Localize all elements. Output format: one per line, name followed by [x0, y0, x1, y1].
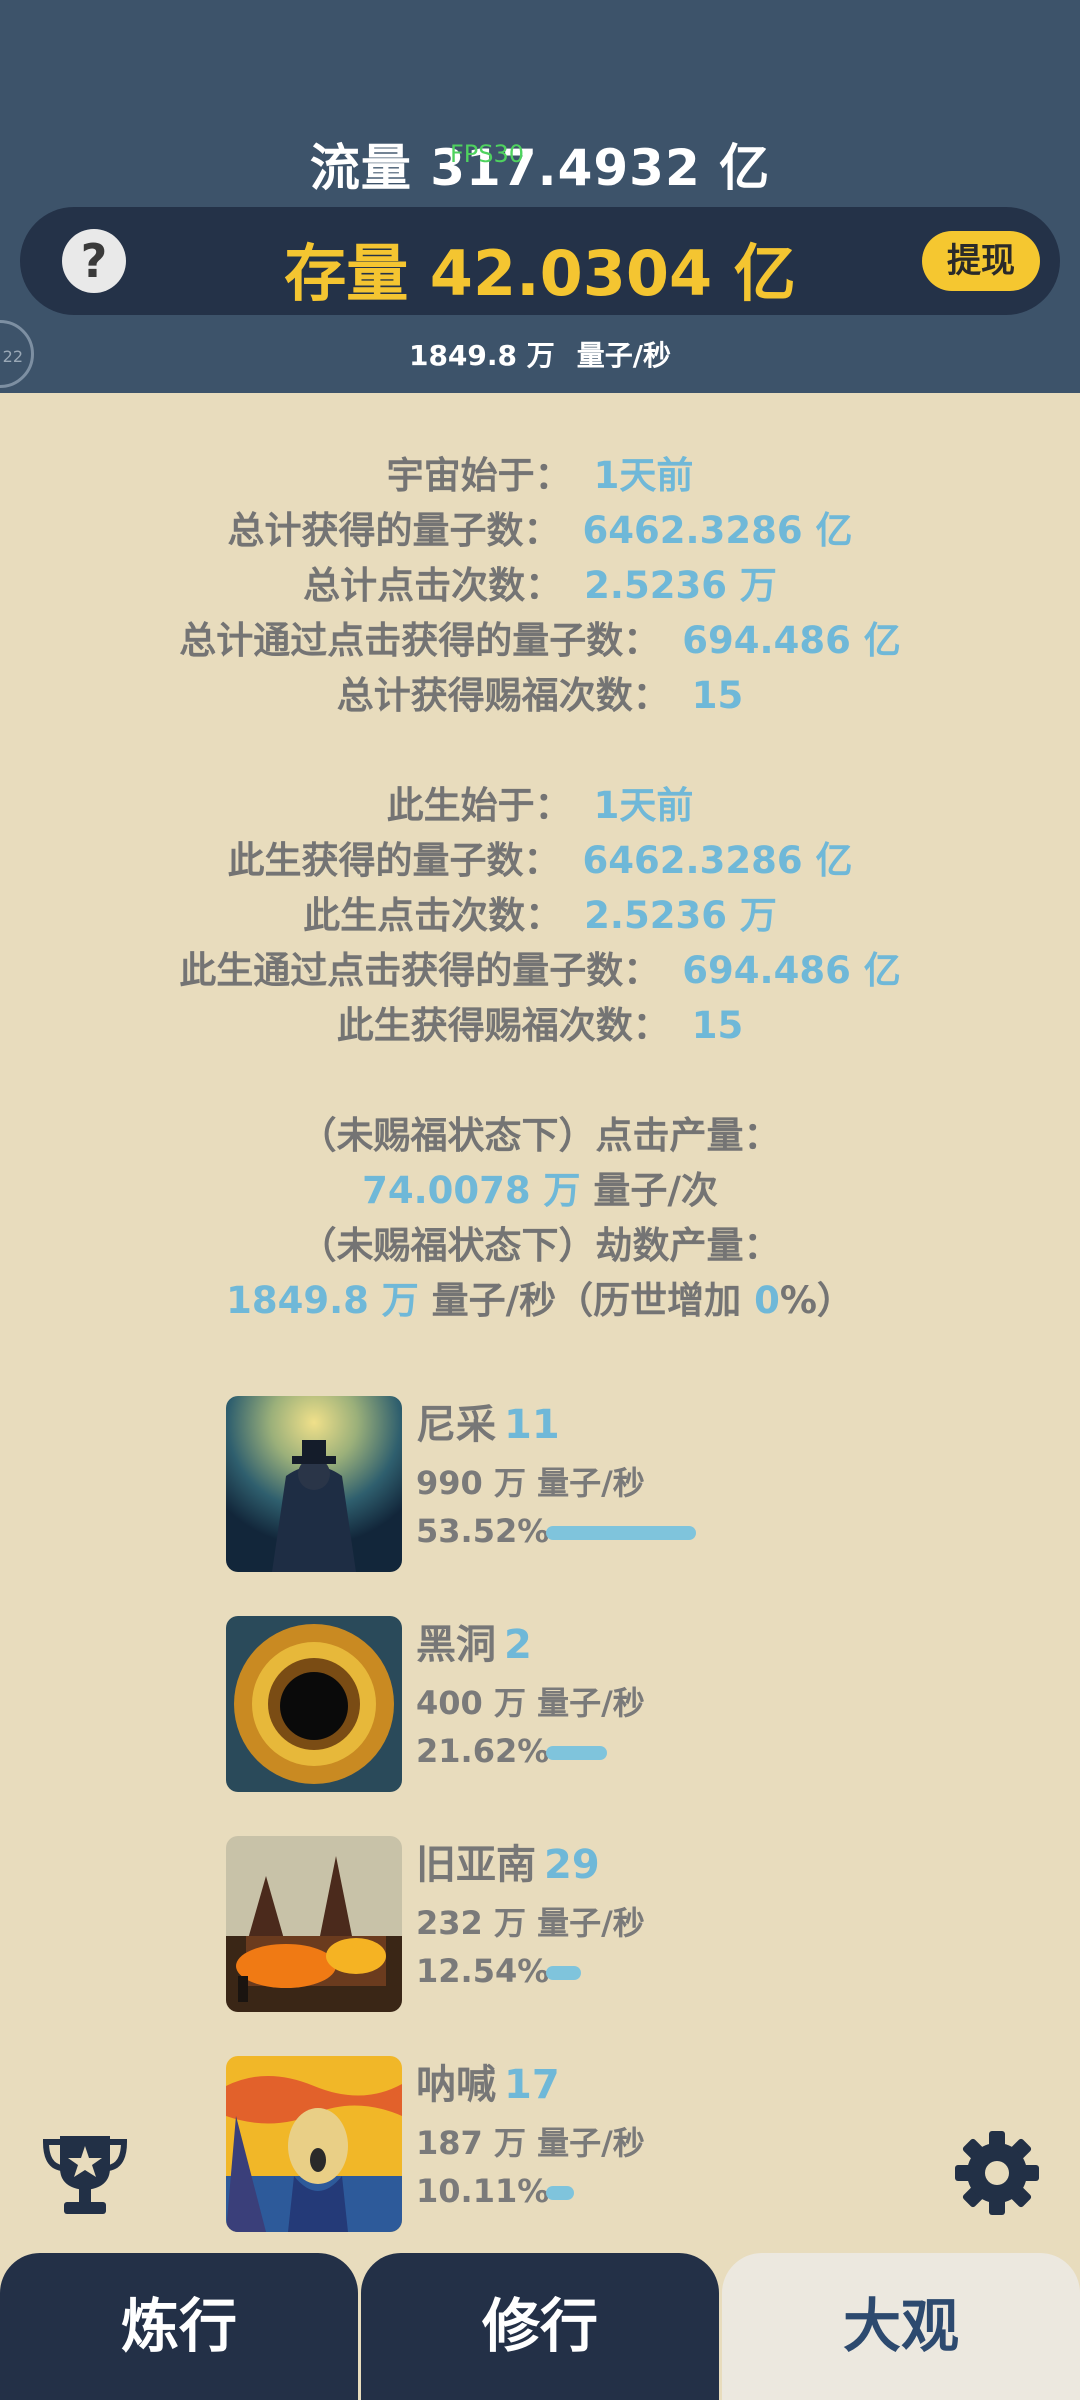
share-bar — [546, 1746, 607, 1760]
rate-unit: 量子/秒 — [576, 339, 672, 372]
stat-row: 此生获得赐福次数： 15 — [0, 998, 1080, 1053]
building-level: 29 — [544, 1842, 600, 1888]
scream-image — [226, 2056, 402, 2232]
trophy-icon[interactable] — [40, 2128, 130, 2218]
header: 流量 317.4932 亿 FPS30 ? 存量 42.0304 亿 提现 18… — [0, 0, 1080, 393]
building-item[interactable]: 呐喊 17 187 万 量子/秒 10.11% — [226, 2056, 826, 2234]
building-name: 呐喊 — [416, 2062, 496, 2108]
building-item[interactable]: 黑洞 2 400 万 量子/秒 21.62% — [226, 1616, 826, 1794]
building-level: 17 — [504, 2062, 560, 2108]
stat-value: 694.486 亿 — [682, 949, 901, 992]
old-yanan-image — [226, 1836, 402, 2012]
building-title: 旧亚南 29 — [416, 1836, 600, 1894]
production-rate: 1849.8 万量子/秒 — [0, 334, 1080, 374]
black-hole-image — [226, 1616, 402, 1792]
click-output-line: 74.0078 万 量子/次 — [0, 1163, 1080, 1218]
click-output-unit: 量子/次 — [580, 1169, 718, 1212]
flow-total: 流量 317.4932 亿 — [309, 139, 771, 197]
stat-row: 此生通过点击获得的量子数： 694.486 亿 — [0, 943, 1080, 998]
tribulation-unit: 量子/秒（历世增加 — [418, 1279, 755, 1322]
stat-value: 1天前 — [593, 454, 694, 497]
building-percent: 53.52% — [416, 1512, 550, 1550]
tribulation-value: 1849.8 万 — [226, 1279, 419, 1322]
share-bar — [546, 2186, 574, 2200]
stat-label: 总计点击次数： — [303, 564, 563, 607]
tab-cultivation[interactable]: 修行 — [361, 2253, 719, 2400]
building-percent: 21.62% — [416, 1732, 550, 1770]
stat-row: 此生获得的量子数： 6462.3286 亿 — [0, 833, 1080, 888]
tab-refining[interactable]: 炼行 — [0, 2253, 358, 2400]
stat-label: 总计获得赐福次数： — [336, 674, 670, 717]
stat-label: 宇宙始于： — [386, 454, 572, 497]
stat-row: 此生点击次数： 2.5236 万 — [0, 888, 1080, 943]
tab-overview[interactable]: 大观 — [722, 2253, 1080, 2400]
stat-row: 宇宙始于： 1天前 — [0, 448, 1080, 503]
stat-label: 总计通过点击获得的量子数： — [179, 619, 661, 662]
stat-row: 总计获得的量子数： 6462.3286 亿 — [0, 503, 1080, 558]
building-rate: 232 万 量子/秒 — [416, 1904, 645, 1942]
building-level: 11 — [504, 1402, 560, 1448]
stat-value: 1天前 — [593, 784, 694, 827]
building-item[interactable]: 旧亚南 29 232 万 量子/秒 12.54% — [226, 1836, 826, 2014]
stat-value: 6462.3286 亿 — [582, 839, 853, 882]
share-bar — [546, 1966, 581, 1980]
withdraw-button[interactable]: 提现 — [922, 231, 1040, 291]
stat-row: 此生始于： 1天前 — [0, 778, 1080, 833]
click-output-label: （未赐福状态下）点击产量： — [299, 1114, 781, 1157]
building-name: 黑洞 — [416, 1622, 496, 1668]
building-name: 尼采 — [416, 1402, 496, 1448]
stat-row: 总计点击次数： 2.5236 万 — [0, 558, 1080, 613]
building-percent: 12.54% — [416, 1952, 550, 1990]
stock-bar: ? 存量 42.0304 亿 提现 — [20, 207, 1060, 315]
stat-value: 2.5236 万 — [584, 894, 777, 937]
stat-value: 694.486 亿 — [682, 619, 901, 662]
share-bar — [546, 1526, 696, 1540]
fps-counter: FPS30 — [450, 140, 525, 168]
stat-value: 15 — [691, 1004, 744, 1047]
side-pull-tab[interactable]: 22 — [0, 320, 34, 388]
stat-row: 总计通过点击获得的量子数： 694.486 亿 — [0, 613, 1080, 668]
gear-icon[interactable] — [952, 2128, 1042, 2218]
rate-value: 1849.8 万 — [408, 339, 555, 372]
stat-value: 15 — [691, 674, 744, 717]
building-rate: 187 万 量子/秒 — [416, 2124, 645, 2162]
stat-value: 6462.3286 亿 — [582, 509, 853, 552]
click-output-value: 74.0078 万 — [362, 1169, 581, 1212]
tribulation-label: （未赐福状态下）劫数产量： — [299, 1224, 781, 1267]
building-name: 旧亚南 — [416, 1842, 536, 1888]
building-rate: 400 万 量子/秒 — [416, 1684, 645, 1722]
stat-value: 2.5236 万 — [584, 564, 777, 607]
stat-label: 此生获得赐福次数： — [336, 1004, 670, 1047]
building-rate: 990 万 量子/秒 — [416, 1464, 645, 1502]
building-item[interactable]: 尼采 11 990 万 量子/秒 53.52% — [226, 1396, 826, 1574]
building-level: 2 — [504, 1622, 532, 1668]
building-title: 尼采 11 — [416, 1396, 560, 1454]
building-percent: 10.11% — [416, 2172, 550, 2210]
stat-label: 此生点击次数： — [303, 894, 563, 937]
building-title: 呐喊 17 — [416, 2056, 560, 2114]
tribulation-percent: 0 — [754, 1279, 780, 1322]
bottom-tab-bar: 炼行 修行 大观 — [0, 2253, 1080, 2400]
tribulation-line: 1849.8 万 量子/秒（历世增加 0%） — [0, 1273, 1080, 1328]
stat-label: 总计获得的量子数： — [227, 509, 561, 552]
stat-label: 此生始于： — [386, 784, 572, 827]
stat-label: 此生获得的量子数： — [227, 839, 561, 882]
stock-total: 存量 42.0304 亿 — [284, 237, 796, 310]
stat-row: 总计获得赐福次数： 15 — [0, 668, 1080, 723]
stat-label: 此生通过点击获得的量子数： — [179, 949, 661, 992]
stats-panel: 宇宙始于： 1天前 总计获得的量子数： 6462.3286 亿 总计点击次数： 2.5… — [0, 448, 1080, 1328]
building-title: 黑洞 2 — [416, 1616, 532, 1674]
tribulation-unit-end: %） — [779, 1279, 854, 1322]
nietzsche-portrait — [226, 1396, 402, 1572]
